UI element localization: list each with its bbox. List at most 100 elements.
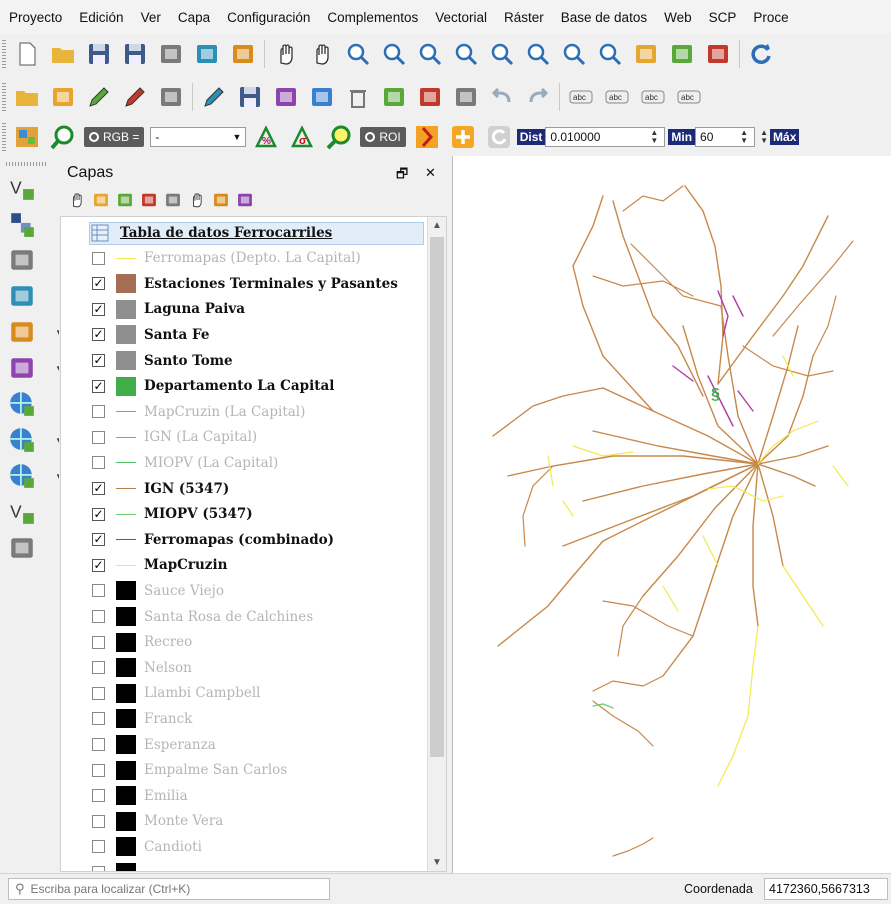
new-3d-view-icon[interactable] [669,41,695,67]
zoom-to-selection-icon[interactable] [489,41,515,67]
layer-row[interactable]: Ferromapas (Depto. La Capital) [61,246,421,271]
layer-checkbox[interactable]: ✓ [92,507,105,521]
layer-checkbox[interactable]: ✓ [92,558,105,572]
scroll-up-icon[interactable]: ▲ [432,220,442,231]
band-stretch-icon[interactable]: σ [290,124,316,150]
menu-item[interactable]: Ver [132,10,169,25]
layer-row[interactable]: ✓ MIOPV (5347) [61,502,421,527]
menu-item[interactable]: Base de datos [552,10,655,25]
min-input[interactable]: 60 ▲ ▼ [695,127,756,147]
refresh-icon[interactable] [748,41,774,67]
new-shapefile-layer-icon[interactable]: V [8,498,36,526]
pin-labels-icon[interactable]: abc [604,84,630,110]
manage-visibility-icon[interactable] [116,191,134,209]
vertical-scrollbar[interactable]: ▲ ▼ [427,217,446,871]
pan-to-selection-icon[interactable] [309,41,335,67]
layer-checkbox[interactable] [92,584,105,598]
cut-features-icon[interactable] [381,84,407,110]
layer-row[interactable]: ✓ Santo Tome [61,348,421,373]
style-panel-icon[interactable] [68,191,86,209]
map-canvas[interactable]: § [452,156,891,873]
dist-input[interactable]: 0.010000 ▲ ▼ [545,127,666,147]
layer-row[interactable]: Nelson [61,655,421,680]
layer-checkbox[interactable]: ✓ [92,379,105,393]
add-record-icon[interactable] [273,84,299,110]
layer-row-table[interactable]: Tabla de datos Ferrocarriles [61,220,424,245]
copy-features-icon[interactable] [417,84,443,110]
menu-item[interactable]: Edición [70,10,131,25]
layer-row[interactable]: Sauce Viejo [61,578,421,603]
layer-row[interactable]: MapCruzin (La Capital) [61,399,421,424]
zoom-out-icon[interactable] [381,41,407,67]
filter-legend-icon[interactable] [140,191,158,209]
scp-dock-icon[interactable] [14,124,40,150]
toolbar-grip[interactable] [2,83,6,111]
add-postgis-layer-icon[interactable] [8,318,36,346]
close-icon[interactable]: ✕ [425,165,436,181]
layer-checkbox[interactable] [92,251,105,265]
zoom-full-icon[interactable] [453,41,479,67]
layer-row[interactable]: ✓ Santa Fe [61,322,421,347]
layer-row[interactable]: Candioti [61,834,421,859]
layer-checkbox[interactable]: ✓ [92,533,105,547]
menu-item[interactable]: Vectorial [426,10,495,25]
layer-row[interactable]: Esperanza [61,732,421,757]
layer-row[interactable]: Emilia [61,783,421,808]
menu-item[interactable]: Configuración [218,10,318,25]
add-vector-layer-icon[interactable]: V [8,174,36,202]
menu-item[interactable]: Proce [744,10,796,25]
layer-row[interactable]: MIOPV (La Capital) [61,450,421,475]
zoom-next-icon[interactable] [597,41,623,67]
delete-selected-icon[interactable] [345,84,371,110]
layer-row[interactable]: ✓ Estaciones Terminales y Pasantes [61,271,421,296]
float-panel-icon[interactable]: 🗗 [396,165,408,187]
layer-row[interactable]: IGN (La Capital) [61,425,421,450]
redo-roi-icon[interactable] [486,124,512,150]
bookmarks-icon[interactable] [705,41,731,67]
spinner-icon[interactable]: ▲ ▼ [648,129,660,145]
remove-layer-icon[interactable] [236,191,254,209]
add-wms-layer-icon[interactable] [8,390,36,418]
layer-row[interactable]: Empalme San Carlos [61,758,421,783]
digitize-icon[interactable] [86,84,112,110]
layer-checkbox[interactable] [92,635,105,649]
new-project-icon[interactable] [14,41,40,67]
layer-checkbox[interactable] [92,686,105,700]
filter-expression-icon[interactable] [164,191,182,209]
modify-attributes-icon[interactable] [309,84,335,110]
collapse-all-icon[interactable] [212,191,230,209]
toolbar-grip[interactable] [2,123,6,151]
highlight-labels-icon[interactable]: abc [640,84,666,110]
layer-checkbox[interactable]: ✓ [92,354,105,367]
layer-checkbox[interactable]: ✓ [92,328,105,342]
save-as-icon[interactable] [122,41,148,67]
move-label-icon[interactable]: abc [676,84,702,110]
coordinate-field[interactable]: 4172360,5667313 [764,878,888,900]
pan-icon[interactable] [273,41,299,67]
roi-zoom-icon[interactable] [326,124,352,150]
add-mssql-layer-icon[interactable] [8,354,36,382]
zoom-to-layer-icon[interactable] [525,41,551,67]
layer-row[interactable] [61,860,421,871]
new-map-view-icon[interactable] [633,41,659,67]
toggle-editing-icon[interactable] [158,84,184,110]
layer-row[interactable]: ✓ Ferromapas (combinado) [61,527,421,552]
undo-icon[interactable] [489,84,515,110]
open-project-icon[interactable] [50,41,76,67]
layer-checkbox[interactable] [92,456,105,470]
redo-icon[interactable] [525,84,551,110]
layer-checkbox[interactable] [92,430,105,444]
layer-checkbox[interactable]: ✓ [92,482,105,495]
menu-item[interactable]: Ráster [495,10,552,25]
layer-checkbox[interactable] [92,866,105,871]
menu-item[interactable]: Web [655,10,700,25]
layout-manager-icon[interactable] [194,41,220,67]
save-edits-icon[interactable] [237,84,263,110]
layer-checkbox[interactable]: ✓ [92,302,105,316]
locator-search-input[interactable]: ⚲ Escriba para localizar (Ctrl+K) [8,878,330,900]
zoom-last-icon[interactable] [561,41,587,67]
menu-item[interactable]: Capa [169,10,218,25]
expand-all-icon[interactable] [188,191,206,209]
current-edits-icon[interactable] [122,84,148,110]
new-print-layout-icon[interactable] [158,41,184,67]
